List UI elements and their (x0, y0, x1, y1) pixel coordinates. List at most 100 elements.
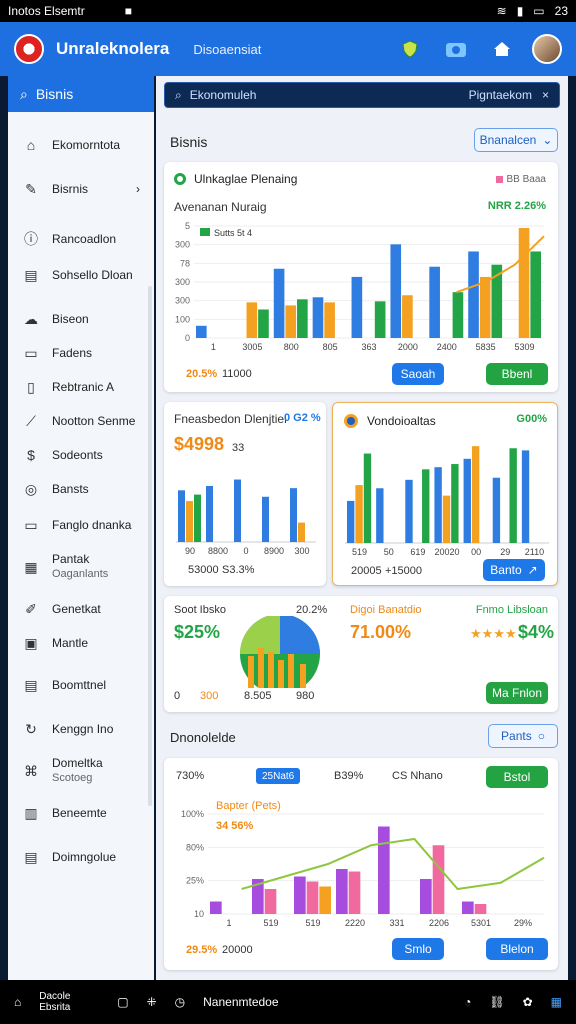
card1-foot-left: 20.5% (186, 368, 218, 380)
search-scope[interactable]: Pigntaekom (469, 88, 532, 102)
sidebar-item[interactable]: ⟋ Nootton Senme (8, 406, 154, 436)
y-tick-label: 25% (186, 876, 204, 886)
arrow-icon: ↗ (527, 563, 538, 577)
square-icon[interactable]: ▢ (117, 995, 128, 1009)
grid-icon[interactable]: ⁜ (147, 995, 157, 1009)
bottom-mid-label[interactable]: Nanenmtedoe (203, 995, 278, 1009)
x-tick-label: 8900 (264, 546, 284, 556)
search-bar[interactable]: ⌕ Ekonomuleh Pigntaekom × (164, 82, 560, 108)
donut-chart (240, 616, 320, 688)
sidebar-item[interactable]: ↻ Kenggn Ino (8, 714, 154, 744)
sidebar-item[interactable]: ✐ Genetkat (8, 594, 154, 624)
card1-legend-text: BB Baaa (506, 174, 546, 185)
card-icon: ▭ (24, 344, 38, 361)
search-icon: ⌕ (175, 87, 182, 102)
x-tick-label: 1 (226, 918, 231, 928)
card2-value: $4998 (174, 434, 225, 454)
card5-chip[interactable]: 25Nat6 (256, 768, 301, 784)
bar (246, 302, 258, 338)
card2-head: Fneasbedon Dlenjtiel (174, 412, 287, 426)
sidebar-item[interactable]: ◎ Bansts (8, 474, 154, 504)
card5-blue-button-1[interactable]: Smlo (392, 938, 444, 960)
card5-tab4[interactable]: CS Nhano (392, 770, 443, 782)
card5-button[interactable]: Bstol (486, 766, 548, 788)
sidebar-scrollbar[interactable] (148, 286, 152, 806)
card3-head: Vondoioaltas (367, 414, 436, 428)
x-tick-label: 5835 (476, 342, 496, 352)
home-icon[interactable] (486, 33, 518, 65)
bar (468, 251, 479, 338)
card1-green-button[interactable]: Bbenl (486, 363, 548, 385)
bar-chart-bottom: 10 25% 80% 100% 1 519 519 2220 331 2206 5301 29% (181, 809, 545, 928)
y-tick-label: 78 (180, 258, 190, 268)
logo-flag-icon (14, 34, 44, 64)
sidebar-item-label: Beneemte (52, 805, 107, 820)
bar (518, 228, 530, 338)
edit-icon: ✎ (25, 180, 37, 197)
sidebar-item[interactable]: ⌘ Domeltka Scotoeg (8, 756, 154, 786)
bar (376, 488, 384, 543)
money-icon: $ (27, 447, 35, 463)
sidebar-item[interactable]: ▣ Mantle (8, 628, 154, 658)
close-icon[interactable]: × (542, 88, 549, 102)
bar (442, 495, 451, 543)
y-tick-label: 10 (194, 909, 204, 919)
sidebar-item[interactable]: $ Sodeonts (8, 440, 154, 470)
sidebar-item[interactable]: ✎ Bisrnis › (8, 174, 154, 204)
bottom-section-button[interactable]: Pants ○ (488, 724, 558, 748)
bar (298, 522, 305, 542)
sidebar-item[interactable]: ▯ Rebtranic A (8, 372, 154, 402)
card5-blue-button-2[interactable]: Blelon (486, 938, 548, 960)
bottom-left-label[interactable]: Dacole Ebsrita (39, 991, 99, 1013)
card5-foot-right: 20000 (222, 944, 253, 956)
sidebar-item[interactable]: ▦ Pantak Oaganlants (8, 552, 154, 582)
card1-blue-button[interactable]: Saoah (392, 363, 444, 385)
x-tick-label: 2220 (345, 918, 365, 928)
bar (479, 276, 491, 338)
x-tick-label: 300 (294, 546, 309, 556)
wifi-icon: ≋ (496, 4, 507, 18)
cloud-icon: ☁ (24, 310, 38, 327)
bar (234, 479, 241, 542)
home-icon[interactable]: ⌂ (14, 995, 21, 1009)
card5-tab1[interactable]: 730% (176, 770, 204, 782)
shield-icon[interactable] (394, 33, 426, 65)
card-main-chart: Ulnkaglae Plenaing BB Baaa Avenanan Nura… (164, 162, 558, 392)
bar (530, 251, 541, 338)
card5-tab3[interactable]: B39% (334, 770, 363, 782)
sidebar-search[interactable]: ⌕ Bisnis (8, 76, 154, 112)
sidebar-item-label: Rancoadlon (52, 231, 117, 246)
user-avatar[interactable] (532, 34, 562, 64)
bank-icon: ⌂ (26, 137, 36, 153)
bar (264, 889, 277, 914)
compass-icon[interactable]: ◔ (464, 995, 471, 1009)
sidebar-item[interactable]: ⓘ Rancoadlon (8, 224, 154, 254)
card5-foot-left: 29.5% (186, 944, 218, 956)
network-icon: ⌘ (24, 762, 38, 779)
stats-icon[interactable]: ▦ (551, 995, 562, 1009)
sidebar-item[interactable]: ▤ Doimngolue (8, 842, 154, 872)
trend-line (241, 837, 545, 891)
main-section-button[interactable]: Bnanalcen ⌄ (474, 128, 558, 152)
apps-icon[interactable]: ✿ (523, 995, 533, 1009)
sidebar-item[interactable]: ▤ Boomttnel (8, 670, 154, 700)
sidebar-item[interactable]: ▥ Beneemte (8, 798, 154, 828)
card3-button[interactable]: Banto ↗ (483, 559, 545, 581)
bar (306, 881, 319, 914)
bar-chart-small-right: 519 50 619 20020 00 29 2110 (345, 446, 549, 557)
card4-button[interactable]: Ma Fnlon (486, 682, 548, 704)
sidebar-item[interactable]: ⌂ Ekomorntota (8, 130, 154, 160)
sidebar-item[interactable]: ▤ Sohsello Dloan (8, 260, 154, 290)
camera-icon[interactable] (440, 33, 472, 65)
link-icon[interactable]: ⛓ (489, 995, 504, 1009)
clock-icon[interactable]: ◷ (175, 995, 185, 1009)
y-tick-label: 5 (185, 221, 190, 231)
app-subtitle[interactable]: Disoaensiat (193, 42, 261, 57)
bar (319, 886, 331, 914)
x-tick-label: 50 (384, 547, 394, 557)
sidebar-item[interactable]: ▭ Fadens (8, 338, 154, 368)
card4-title-mid: Digoi Banatdio (350, 604, 422, 616)
sidebar-item[interactable]: ▭ Fanglo dnanka (8, 510, 154, 540)
sidebar-item[interactable]: ☁ Biseon (8, 304, 154, 334)
search-input[interactable]: Ekonomuleh (190, 88, 257, 102)
